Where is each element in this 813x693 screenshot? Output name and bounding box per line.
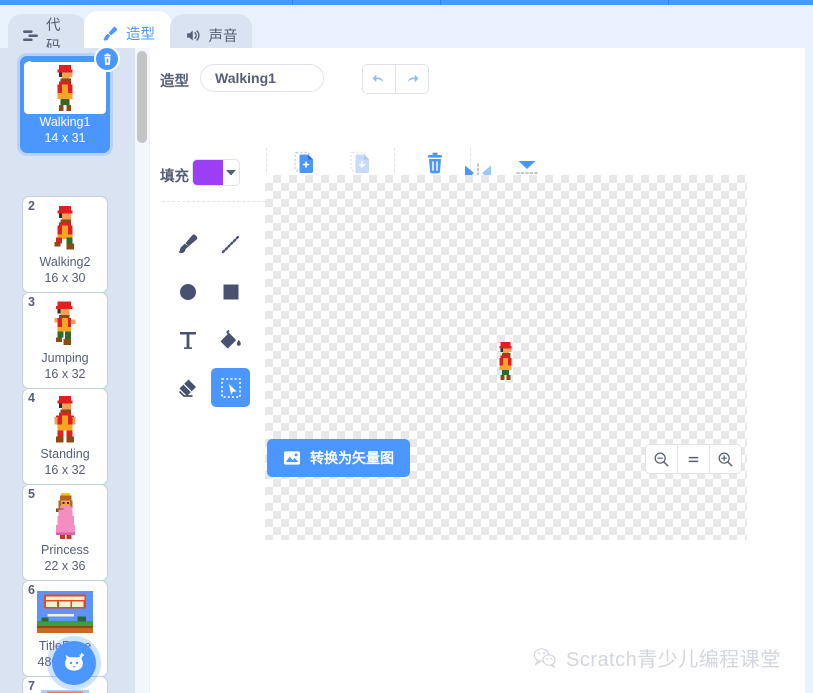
tab-costumes-label: 造型	[126, 27, 155, 43]
copy-icon	[294, 151, 313, 173]
costume-index: 6	[28, 583, 35, 597]
costume-name-input[interactable]	[200, 64, 324, 92]
costume-list-scrollbar-track[interactable]	[135, 48, 149, 693]
scratch-paint-editor: 代码 造型 声音 1 Walking1 14 x 31 2 Walking2 1…	[0, 0, 813, 693]
undo-icon	[372, 74, 384, 83]
eraser-tool-button[interactable]	[168, 368, 207, 407]
undo-redo-group	[362, 64, 429, 94]
costume-size-label: 16 x 30	[44, 271, 86, 285]
circle-icon	[179, 283, 196, 300]
costume-thumbnail	[27, 490, 103, 542]
code-icon	[22, 27, 39, 44]
fill-tool-button[interactable]	[211, 320, 250, 359]
zoom-controls	[645, 444, 742, 474]
select-tool-button[interactable]	[211, 368, 250, 407]
trash-icon	[428, 152, 442, 174]
convert-to-vector-label: 转换为矢量图	[310, 450, 394, 466]
zoom-out-button[interactable]	[646, 445, 677, 473]
costume-size-label: 16 x 32	[44, 463, 86, 477]
paste-icon	[350, 151, 369, 173]
costume-thumbnail	[27, 394, 103, 446]
convert-to-vector-button[interactable]: 转换为矢量图	[267, 439, 410, 477]
costume-thumbnail	[27, 202, 103, 254]
rectangle-tool-button[interactable]	[211, 272, 250, 311]
costume-name-label: Standing	[40, 447, 90, 461]
costume-name-field-label: 造型	[160, 74, 189, 90]
fill-color-swatch[interactable]	[192, 159, 240, 186]
costume-name-label: Walking1	[39, 115, 91, 129]
redo-button[interactable]	[395, 65, 428, 93]
costume-size-label: 14 x 31	[44, 131, 86, 145]
tool-palette	[168, 224, 254, 416]
trash-icon	[103, 52, 111, 65]
costume-list-item[interactable]: 2 Walking2 16 x 30	[22, 196, 108, 293]
delete-costume-badge[interactable]	[94, 48, 120, 72]
chevron-down-icon	[223, 160, 239, 185]
costume-list-item[interactable]: 3 Jumping 16 x 32	[22, 292, 108, 389]
costume-index: 3	[28, 295, 35, 309]
zoom-out-icon	[654, 452, 669, 466]
add-costume-button[interactable]	[52, 641, 96, 685]
paint-canvas[interactable]	[265, 175, 747, 540]
costume-list-scrollbar-thumb[interactable]	[137, 51, 147, 143]
costume-index: 4	[28, 391, 35, 405]
circle-tool-button[interactable]	[168, 272, 207, 311]
costume-index: 7	[28, 679, 35, 693]
costume-name-label: Jumping	[41, 351, 89, 365]
text-tool-button[interactable]	[168, 320, 207, 359]
line-icon	[221, 234, 240, 253]
tab-bar: 代码 造型 声音	[0, 5, 813, 56]
wechat-icon	[533, 647, 556, 669]
vector-image-icon	[284, 451, 300, 465]
costume-list-item[interactable]: 4 Standing 16 x 32	[22, 388, 108, 485]
redo-icon	[407, 74, 419, 83]
costume-thumbnail	[27, 586, 103, 638]
costume-name-label: Walking2	[39, 255, 91, 269]
brush-tool-button[interactable]	[168, 224, 207, 263]
costume-index: 2	[28, 199, 35, 213]
watermark: Scratch青少儿编程课堂	[533, 643, 781, 672]
zoom-in-button[interactable]	[709, 445, 741, 473]
watermark-text: Scratch青少儿编程课堂	[566, 649, 781, 671]
costume-list-item[interactable]: 5 Princess 22 x 36	[22, 484, 108, 581]
costume-list-sidebar[interactable]: 1 Walking1 14 x 31 2 Walking2 16 x 30 3 …	[0, 48, 135, 693]
paintbrush-icon	[178, 234, 197, 253]
fill-color-preview	[193, 160, 223, 185]
costume-index: 1	[26, 59, 33, 73]
tab-sounds-label: 声音	[208, 28, 238, 45]
costume-thumbnail	[24, 62, 106, 114]
costume-size-label: 22 x 36	[44, 559, 86, 573]
eraser-icon	[178, 379, 196, 397]
paint-editor-panel: 造型 填充	[150, 48, 805, 693]
zoom-in-icon	[718, 452, 733, 466]
costume-index: 5	[28, 487, 35, 501]
text-icon	[179, 331, 196, 349]
costume-list-item[interactable]: 1 Walking1 14 x 31	[20, 48, 120, 153]
add-costume-cat-icon	[65, 652, 85, 671]
zoom-reset-icon	[688, 456, 699, 462]
paint-bucket-icon	[220, 329, 241, 348]
costume-thumbnail	[27, 298, 103, 350]
select-arrow-icon	[220, 377, 241, 398]
line-tool-button[interactable]	[211, 224, 250, 263]
fill-label: 填充	[160, 169, 189, 185]
paintbrush-icon	[101, 25, 119, 43]
zoom-reset-button[interactable]	[677, 445, 709, 473]
undo-button[interactable]	[363, 65, 395, 93]
costume-thumbnail	[27, 682, 103, 693]
costume-size-label: 16 x 32	[44, 367, 86, 381]
rectangle-icon	[223, 284, 238, 299]
canvas-sprite[interactable]	[497, 342, 514, 385]
costume-name-label: Princess	[41, 543, 89, 557]
speaker-icon	[185, 27, 202, 44]
